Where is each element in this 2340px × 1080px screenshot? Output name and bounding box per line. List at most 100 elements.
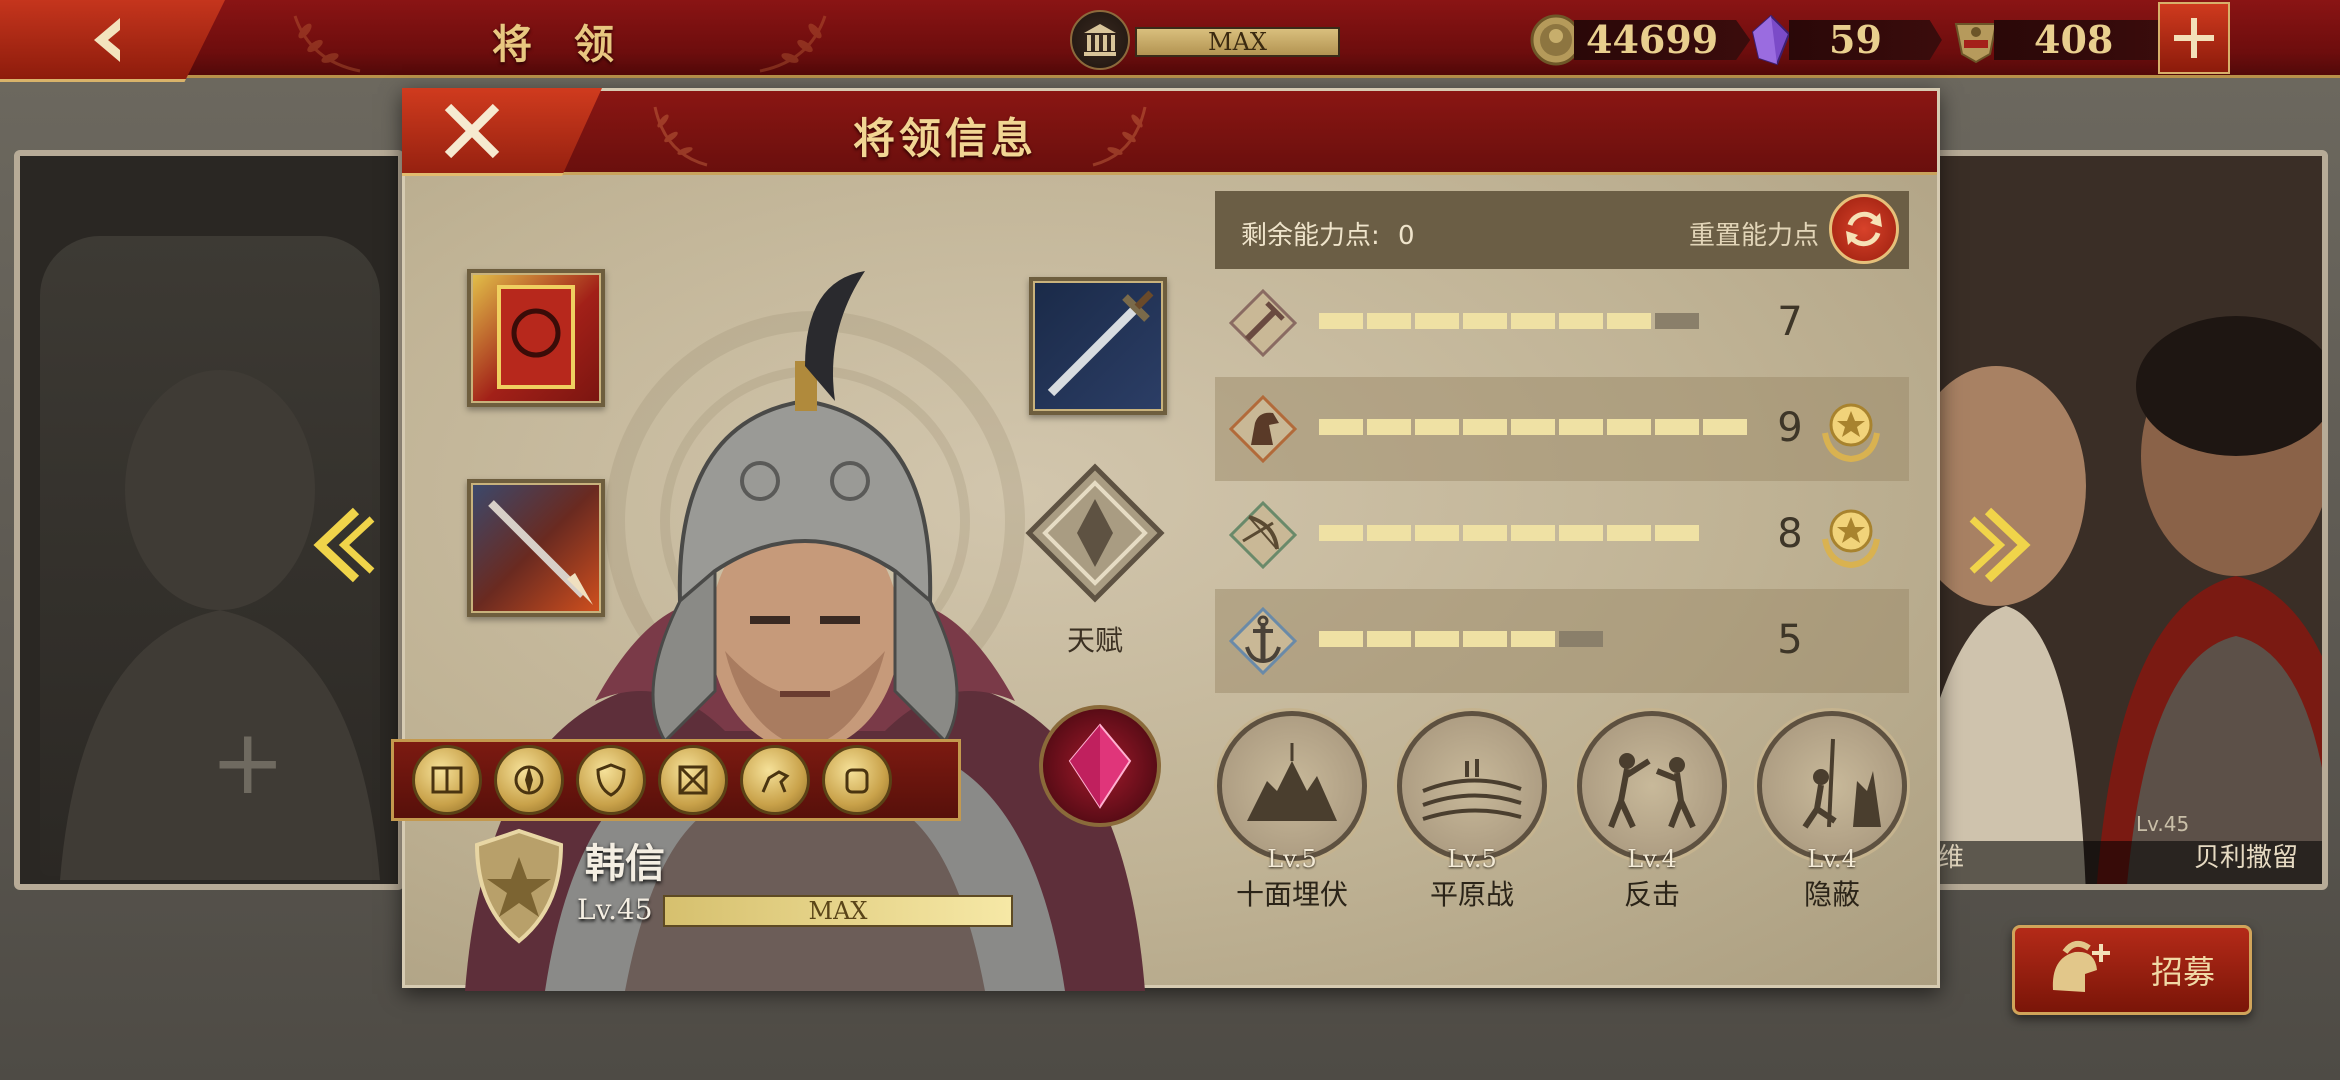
plus-icon	[2174, 18, 2214, 58]
stat-segment	[1607, 419, 1651, 435]
hero-level-tag: Lv.45	[2136, 812, 2190, 836]
skill-name: 反击	[1623, 878, 1680, 911]
stat-segment	[1319, 525, 1363, 541]
ambush-soldiers-icon	[1247, 743, 1337, 821]
laurel-left-icon	[653, 106, 708, 167]
gold-laurel-medal-icon	[1822, 509, 1880, 569]
add-resource-button[interactable]	[2158, 2, 2230, 74]
talent-diamond-icon[interactable]	[1025, 463, 1165, 603]
stat-segment	[1655, 419, 1699, 435]
stat-bar	[1319, 525, 1699, 541]
building-level-indicator[interactable]: MAX	[1070, 10, 1340, 70]
add-hero-plus-icon[interactable]: +	[210, 710, 285, 815]
skill-name: 隐蔽	[1803, 878, 1860, 911]
ruby-gem-icon	[1068, 723, 1132, 809]
modal-header: 将领信息	[405, 91, 1937, 175]
stat-segment	[1559, 419, 1603, 435]
counterattack-fighters-icon	[1608, 753, 1696, 829]
skill-ambush[interactable]: Lv.5 十面埋伏	[1217, 711, 1367, 913]
sword-item-icon	[1047, 290, 1154, 397]
next-hero-arrow-icon[interactable]	[1968, 505, 2038, 585]
temple-icon	[1070, 10, 1130, 70]
skills-row: Lv.5 十面埋伏 Lv.5 平原战 Lv.4 反击 Lv.4 隐蔽	[1217, 711, 1917, 911]
stat-segment	[1559, 313, 1603, 329]
stat-segment	[1367, 313, 1411, 329]
skill-counterattack[interactable]: Lv.4 反击	[1577, 711, 1727, 913]
stat-segment	[1607, 525, 1651, 541]
stat-value: 5	[1777, 617, 1803, 663]
sword-icon	[1229, 289, 1297, 357]
stat-segment	[1463, 313, 1507, 329]
sword-equipment-slot[interactable]	[1029, 277, 1167, 415]
hero-name-tag: 贝利撒留	[2194, 843, 2299, 873]
skill-level: Lv.5	[1447, 845, 1497, 873]
cavalry-buff-icon[interactable]	[740, 745, 810, 815]
stat-row-archer: 8	[1215, 483, 1909, 587]
building-max-bar: MAX	[1135, 27, 1340, 57]
skill-level: Lv.4	[1627, 845, 1677, 873]
stat-segment	[1367, 419, 1411, 435]
skill-name: 十面埋伏	[1235, 878, 1348, 911]
flaming-spear-icon	[488, 500, 593, 605]
stat-segment	[1367, 525, 1411, 541]
stat-bar	[1319, 419, 1747, 435]
stat-segment	[1511, 313, 1555, 329]
modal-title: 将领信息	[852, 114, 1037, 163]
stat-segment	[1319, 419, 1363, 435]
stat-segment	[1319, 631, 1363, 647]
stat-segment	[1511, 631, 1555, 647]
banner-equipment-slot[interactable]	[467, 269, 605, 407]
hero-info-modal: 将领信息 天赋 韩信 Lv.45 MAX 剩余能力点: 0 重置能力点 7 9 …	[391, 88, 1940, 991]
stat-value: 8	[1777, 511, 1803, 557]
stat-segment	[1655, 525, 1699, 541]
gem-slot[interactable]	[1039, 705, 1161, 827]
stat-segment	[1415, 525, 1459, 541]
back-button[interactable]	[0, 0, 225, 82]
stat-segment	[1559, 525, 1603, 541]
hero-name: 韩信	[585, 841, 665, 887]
ability-points-bar: 剩余能力点: 0 重置能力点	[1215, 191, 1909, 269]
spqr-value: 408	[1994, 20, 2174, 60]
previous-hero-arrow-icon[interactable]	[306, 505, 376, 585]
tactics-buff-icon[interactable]	[658, 745, 728, 815]
stat-value: 7	[1777, 299, 1803, 345]
bow-icon	[1229, 501, 1297, 569]
remaining-points-value: 0	[1398, 221, 1415, 251]
stat-row-infantry: 7	[1215, 271, 1909, 375]
stat-segment	[1415, 313, 1459, 329]
stat-segment	[1703, 419, 1747, 435]
close-icon	[444, 103, 500, 158]
anchor-icon	[1229, 607, 1297, 675]
stat-segment	[1367, 631, 1411, 647]
reset-points-label: 重置能力点	[1688, 221, 1819, 251]
gold-laurel-medal-icon	[1822, 403, 1880, 463]
laurel-right-icon	[1092, 106, 1147, 167]
top-bar: 将 领 MAX 44699 59 408	[0, 0, 2340, 82]
concealment-kneeling-soldier-icon	[1802, 738, 1881, 829]
stat-segment	[1463, 525, 1507, 541]
stat-segment	[1463, 631, 1507, 647]
compass-buff-icon[interactable]	[494, 745, 564, 815]
stat-segment	[1463, 419, 1507, 435]
stat-segment	[1607, 313, 1651, 329]
skill-level: Lv.5	[1267, 845, 1317, 873]
book-buff-icon[interactable]	[412, 745, 482, 815]
stat-segment	[1319, 313, 1363, 329]
weapon-equipment-slot[interactable]	[467, 479, 605, 617]
hero-name-tag: 维	[1938, 843, 1965, 873]
stat-bar	[1319, 313, 1699, 329]
reset-points-button[interactable]	[1829, 194, 1899, 264]
remaining-points-label: 剩余能力点:	[1241, 221, 1380, 251]
red-banner-icon	[497, 285, 575, 389]
recruit-button[interactable]: 招募	[2012, 925, 2252, 1015]
stat-segment	[1415, 631, 1459, 647]
stat-segment	[1511, 525, 1555, 541]
plains-field-icon	[1422, 759, 1522, 821]
skill-plains-battle[interactable]: Lv.5 平原战	[1397, 711, 1547, 913]
skill-concealment[interactable]: Lv.4 隐蔽	[1757, 711, 1907, 913]
hero-level: Lv.45	[577, 893, 653, 926]
fist-buff-icon[interactable]	[822, 745, 892, 815]
stat-row-cavalry: 9	[1215, 377, 1909, 481]
page-title: 将 领	[492, 21, 628, 68]
shield-buff-icon[interactable]	[576, 745, 646, 815]
